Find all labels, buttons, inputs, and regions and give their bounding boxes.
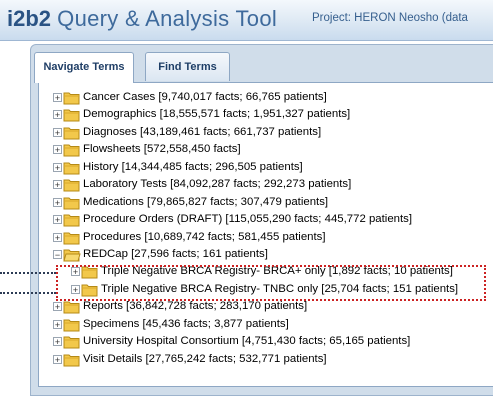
project-label: Project: HERON Neosho (data	[312, 12, 468, 24]
app-brand: i2b2	[7, 6, 52, 31]
expand-toggle[interactable]: +	[53, 355, 62, 365]
folder-icon	[63, 354, 80, 367]
expand-toggle[interactable]: +	[53, 180, 62, 190]
folder-icon	[63, 197, 80, 210]
expand-toggle[interactable]: +	[53, 110, 62, 120]
expand-toggle[interactable]: +	[53, 163, 62, 173]
highlight-box	[56, 265, 486, 301]
tree-node-label: Procedure Orders (DRAFT) [115,055,290 fa…	[83, 213, 413, 225]
folder-icon	[63, 214, 80, 227]
folder-icon	[63, 232, 80, 245]
tree-node-label: Specimens [45,436 facts; 3,877 patients]	[83, 318, 289, 330]
pointer-line	[0, 292, 56, 294]
collapse-toggle[interactable]: −	[53, 250, 62, 260]
expand-toggle[interactable]: +	[53, 302, 62, 312]
tree-node-label: Demographics [18,555,571 facts; 1,951,32…	[83, 108, 351, 120]
tab-find-terms[interactable]: Find Terms	[145, 52, 230, 81]
tree-node-label: Cancer Cases [9,740,017 facts; 66,765 pa…	[83, 91, 327, 103]
expand-toggle[interactable]: +	[53, 320, 62, 330]
tree-node-label: Laboratory Tests [84,092,287 facts; 292,…	[83, 178, 352, 190]
expand-toggle[interactable]: +	[53, 198, 62, 208]
tree-node-label: Procedures [10,689,742 facts; 581,455 pa…	[83, 231, 326, 243]
ontology-tree: + Cancer Cases [9,740,017 facts; 66,765 …	[38, 82, 493, 387]
folder-icon	[63, 162, 80, 175]
tree-node-label: Medications [79,865,827 facts; 307,479 p…	[83, 196, 329, 208]
open-folder-icon	[63, 249, 81, 262]
expand-toggle[interactable]: +	[53, 233, 62, 243]
expand-toggle[interactable]: +	[53, 145, 62, 155]
folder-icon	[63, 92, 80, 105]
folder-icon	[63, 179, 80, 192]
folder-icon	[63, 144, 80, 157]
tree-node-label: University Hospital Consortium [4,751,43…	[83, 335, 411, 347]
expand-toggle[interactable]: +	[53, 215, 62, 225]
folder-icon	[63, 301, 80, 314]
tree-node-label: REDCap [27,596 facts; 161 patients]	[83, 248, 268, 260]
tab-navigate-terms[interactable]: Navigate Terms	[34, 52, 134, 83]
folder-icon	[63, 336, 80, 349]
folder-icon	[63, 109, 80, 122]
tree-node-label: Flowsheets [572,558,450 facts]	[83, 143, 241, 155]
expand-toggle[interactable]: +	[53, 337, 62, 347]
app-title: Query & Analysis Tool	[57, 6, 278, 31]
pointer-line	[0, 272, 56, 274]
tree-node-label: Visit Details [27,765,242 facts; 532,771…	[83, 353, 327, 365]
expand-toggle[interactable]: +	[53, 128, 62, 138]
tree-node-label: Diagnoses [43,189,461 facts; 661,737 pat…	[83, 126, 322, 138]
folder-icon	[63, 319, 80, 332]
app-header: i2b2 Query & Analysis Tool Project: HERO…	[0, 0, 493, 41]
expand-toggle[interactable]: +	[53, 93, 62, 103]
tree-node-label: History [14,344,485 facts; 296,505 patie…	[83, 161, 303, 173]
app-logo: i2b2 Query & Analysis Tool	[7, 5, 277, 33]
folder-icon	[63, 127, 80, 140]
